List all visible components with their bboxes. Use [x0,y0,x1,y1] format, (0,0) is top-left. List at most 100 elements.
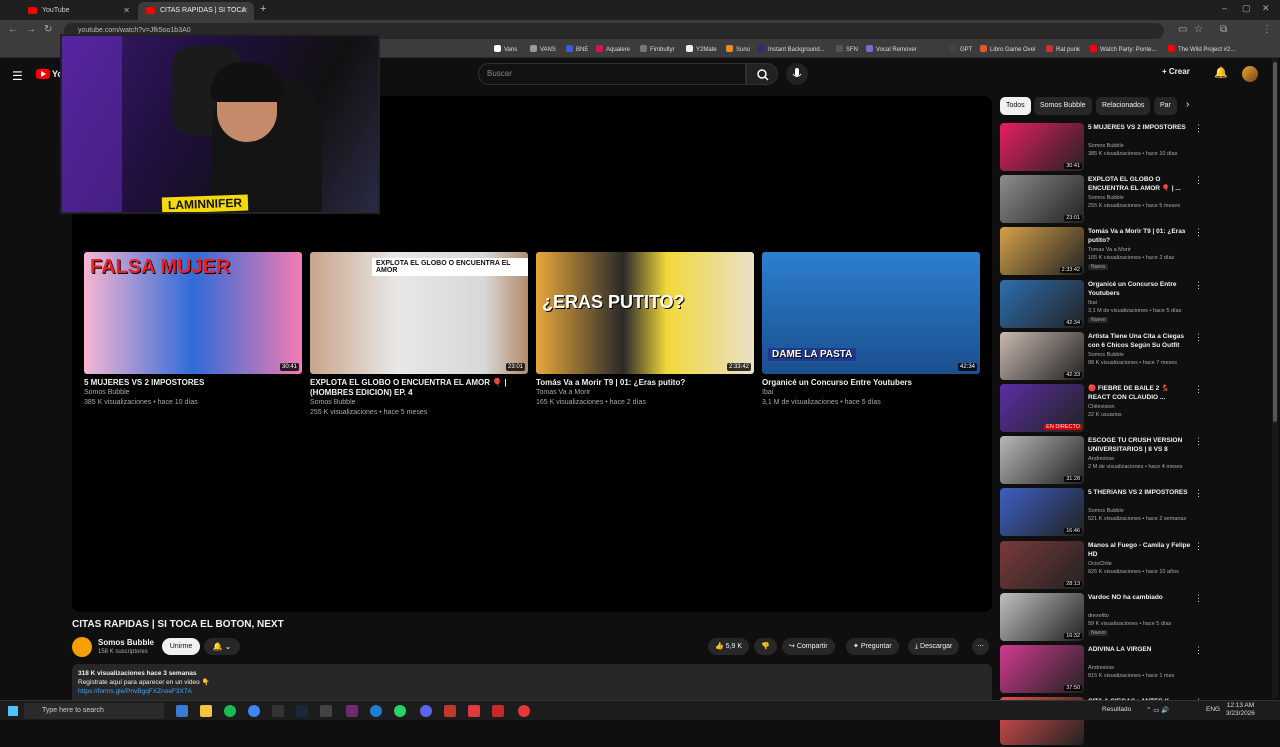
recommendation-title[interactable]: 5 MUJERES VS 2 IMPOSTORES [1088,123,1192,132]
recommendation-channel[interactable]: Andrestow [1088,456,1114,462]
recommendation-item[interactable]: EN DIRECTO 🔴 FIEBRE DE BAILE 2 💃 REACT CO… [1000,384,1203,434]
recommendation-item[interactable]: 2:33:42 Tomás Va a Morir T9 | 01: ¿Eras p… [1000,227,1203,277]
recommendation-thumbnail[interactable]: 23:01 [1000,175,1084,223]
whatsapp-icon[interactable] [394,705,406,717]
star-icon[interactable]: ☆ [1194,24,1203,35]
app-icon[interactable] [468,705,480,717]
download-button[interactable]: ⤓ Descargar [908,638,960,655]
recommendation-thumbnail[interactable]: 42:34 [1000,280,1084,328]
tray-icons[interactable]: ⌃ ▭ 🔊 [1146,706,1169,714]
forward-icon[interactable]: → [26,24,36,35]
more-vert-icon[interactable]: ⋮ [1194,436,1203,447]
browser-tab-active[interactable]: CITAS RAPIDAS | SI TOCA EL BO ✕ [138,2,254,32]
recommendation-title[interactable]: Manos al Fuego - Camila y Felipe HD [1088,541,1192,559]
recommendation-item[interactable]: 37:50 ADIVINA LA VIRGEN Andrestow 815 K vis… [1000,645,1203,695]
more-vert-icon[interactable]: ⋮ [1194,332,1203,343]
recommendation-item[interactable]: 30:41 5 MUJERES VS 2 IMPOSTORES Somos Bubb… [1000,123,1203,173]
chrome-icon[interactable] [248,705,260,717]
video-thumbnail[interactable]: FALSA MUJER 30:41 [84,252,302,374]
end-screen-card[interactable]: FALSA MUJER 30:41 5 MUJERES VS 2 IMPOSTO… [84,252,302,408]
notifications-bell-icon[interactable]: 🔔 [1214,66,1228,79]
obs-icon[interactable] [518,705,530,717]
more-vert-icon[interactable]: ⋮ [1194,645,1203,656]
recommendation-thumbnail[interactable]: 28:13 [1000,541,1084,589]
card-channel[interactable]: Ibai [762,388,980,398]
more-vert-icon[interactable]: ⋮ [1194,384,1203,395]
video-thumbnail[interactable]: DAME LA PASTA 42:34 [762,252,980,374]
recommendation-title[interactable]: ESCOGE TU CRUSH VERSION UNIVERSITARIOS |… [1088,436,1192,454]
clock[interactable]: 12:13 AM 3/23/2026 [1226,702,1255,718]
close-icon[interactable]: ✕ [123,2,130,20]
voice-search-button[interactable] [786,63,808,85]
copilot-icon[interactable] [176,705,188,717]
bookmark[interactable]: BNE [566,45,588,53]
share-button[interactable]: ↪ Compartir [782,638,835,655]
end-screen-card[interactable]: ¿ERAS PUTITO? 2:33:42 Tomás Va a Morir T… [536,252,754,408]
recommendation-thumbnail[interactable]: 42:33 [1000,332,1084,380]
bookmark[interactable]: SFN [836,45,858,53]
scrollbar-thumb[interactable] [1273,62,1277,422]
chevron-right-icon[interactable]: › [1186,99,1189,110]
new-tab-icon[interactable]: + [260,3,266,15]
bookmark[interactable]: The Wild Project #2... [1168,45,1235,53]
recommendation-thumbnail[interactable]: 31:28 [1000,436,1084,484]
back-icon[interactable]: ← [8,24,18,35]
recommendation-channel[interactable]: Somos Bubble [1088,508,1124,514]
card-channel[interactable]: Somos Bubble [84,388,302,398]
reload-icon[interactable]: ↻ [44,24,52,35]
app-icon[interactable] [346,705,358,717]
recommendation-channel[interactable]: Somos Bubble [1088,352,1124,358]
youtube-logo-icon[interactable] [36,69,50,79]
recommendation-channel[interactable]: OcioChile [1088,561,1112,567]
recommendation-item[interactable]: 28:13 Manos al Fuego - Camila y Felipe HD… [1000,541,1203,591]
recommendation-title[interactable]: 🔴 FIEBRE DE BAILE 2 💃 REACT CON CLAUDIO … [1088,384,1192,402]
page-scrollbar[interactable] [1272,58,1278,698]
recommendation-item[interactable]: 42:33 Artista Tiene Una Cita a Ciegas con… [1000,332,1203,382]
channel-name[interactable]: Somos Bubble [98,638,154,647]
bookmark[interactable]: Y2Mate [686,45,717,53]
app-icon[interactable] [444,705,456,717]
more-actions-button[interactable]: ⋯ [972,638,989,655]
windows-start-icon[interactable] [8,706,18,716]
bookmark[interactable]: Instant Background... [758,45,825,53]
recommendation-thumbnail[interactable]: 16:46 [1000,488,1084,536]
recommendation-item[interactable]: 23:01 EXPLOTA EL GLOBO O ENCUENTRA EL AMO… [1000,175,1203,225]
bookmark[interactable]: Watch Party: Ponte... [1090,45,1156,53]
file-explorer-icon[interactable] [200,705,212,717]
more-vert-icon[interactable]: ⋮ [1194,541,1203,552]
recommendation-thumbnail[interactable]: 37:50 [1000,645,1084,693]
more-vert-icon[interactable]: ⋮ [1194,175,1203,186]
description-box[interactable]: 318 K visualizaciones hace 3 semanas Reg… [72,664,992,704]
recommendation-title[interactable]: Artista Tiene Una Cita a Ciegas con 6 Ch… [1088,332,1192,350]
recommendation-item[interactable]: 31:28 ESCOGE TU CRUSH VERSION UNIVERSITAR… [1000,436,1203,486]
recommendation-title[interactable]: 5 THERIANS VS 2 IMPOSTORES [1088,488,1192,497]
dislike-button[interactable]: 👎 [754,638,777,655]
more-vert-icon[interactable]: ⋮ [1194,593,1203,604]
menu-icon[interactable]: ⋮ [1262,24,1272,35]
create-button[interactable]: + Crear [1162,67,1190,76]
chip-par[interactable]: Par [1154,97,1177,115]
card-title[interactable]: EXPLOTA EL GLOBO O ENCUENTRA EL AMOR 🎈 |… [310,378,528,398]
recommendation-channel[interactable]: Tomas Va a Morir [1088,247,1131,253]
recommendation-thumbnail[interactable]: EN DIRECTO [1000,384,1084,432]
chip-todos[interactable]: Todos [1000,97,1031,115]
maximize-icon[interactable]: ▢ [1242,3,1251,14]
more-vert-icon[interactable]: ⋮ [1194,123,1203,134]
steam-icon[interactable] [296,705,308,717]
bookmark[interactable]: Libro Game Ovel [980,45,1035,53]
recommendation-title[interactable]: Organicé un Concurso Entre Youtubers [1088,280,1192,298]
recommendation-title[interactable]: Tomás Va a Morir T9 | 01: ¿Eras putito? [1088,227,1192,245]
card-channel[interactable]: Somos Bubble [310,398,528,408]
ask-button[interactable]: ✦ Preguntar [846,638,899,655]
bookmark[interactable]: GPT [950,45,972,53]
minimize-icon[interactable]: – [1222,3,1227,13]
account-avatar[interactable] [1242,66,1258,82]
card-title[interactable]: Tomás Va a Morir T9 | 01: ¿Eras putito? [536,378,754,388]
video-thumbnail[interactable]: EXPLOTA EL GLOBO O ENCUENTRA EL AMOR 23:… [310,252,528,374]
bookmark[interactable]: Fimbultyr [640,45,675,53]
close-window-icon[interactable]: ✕ [1262,3,1270,14]
card-title[interactable]: Organicé un Concurso Entre Youtubers [762,378,980,388]
browser-tab-youtube[interactable]: YouTube ✕ [20,2,136,20]
app-icon[interactable] [320,705,332,717]
bookmark[interactable]: VANS [530,45,556,53]
